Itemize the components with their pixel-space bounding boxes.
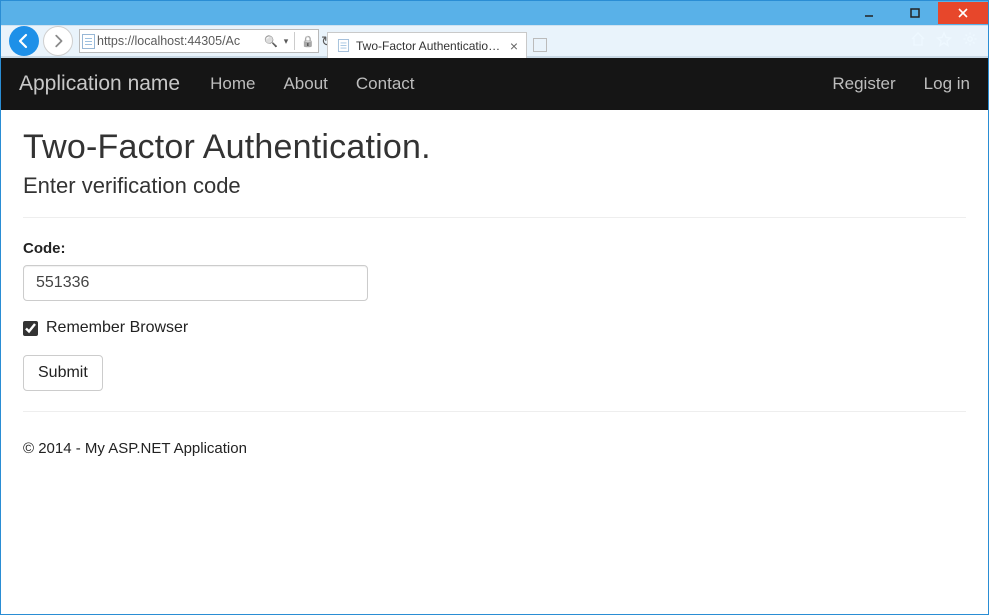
- toolbar-right-icons: [910, 31, 980, 52]
- nav-about[interactable]: About: [283, 74, 327, 94]
- browser-tab[interactable]: Two-Factor Authentication ... ×: [327, 32, 527, 58]
- lock-icon: 🔒: [301, 35, 315, 48]
- brand-link[interactable]: Application name: [19, 72, 180, 96]
- favorites-icon[interactable]: [936, 31, 952, 52]
- minimize-button[interactable]: [846, 2, 892, 24]
- tab-close-icon[interactable]: ×: [510, 39, 518, 53]
- nav-forward-button[interactable]: [43, 26, 73, 56]
- nav-home[interactable]: Home: [210, 74, 255, 94]
- tab-favicon-icon: [336, 39, 350, 53]
- page-title: Two-Factor Authentication.: [23, 128, 966, 167]
- maximize-button[interactable]: [892, 2, 938, 24]
- nav-login[interactable]: Log in: [924, 74, 970, 94]
- remember-row[interactable]: Remember Browser: [23, 319, 966, 337]
- home-icon[interactable]: [910, 31, 926, 52]
- main-container: Two-Factor Authentication. Enter verific…: [1, 110, 988, 440]
- separator: [294, 32, 295, 50]
- tabs-strip: Two-Factor Authentication ... ×: [327, 25, 547, 57]
- address-input[interactable]: [97, 30, 258, 52]
- code-input[interactable]: [23, 265, 368, 301]
- nav-contact[interactable]: Contact: [356, 74, 415, 94]
- page-viewport: Application name Home About Contact Regi…: [1, 57, 988, 614]
- code-label: Code:: [23, 240, 966, 257]
- separator: [23, 217, 966, 218]
- remember-checkbox[interactable]: [23, 321, 38, 336]
- page-footer: © 2014 - My ASP.NET Application: [1, 440, 988, 479]
- code-group: Code:: [23, 240, 966, 301]
- site-navbar: Application name Home About Contact Regi…: [1, 58, 988, 110]
- new-tab-button[interactable]: [533, 38, 547, 52]
- separator: [23, 411, 966, 412]
- nav-back-button[interactable]: [9, 26, 39, 56]
- address-favicon-icon: [82, 34, 95, 49]
- nav-register[interactable]: Register: [832, 74, 895, 94]
- tab-title: Two-Factor Authentication ...: [356, 39, 504, 53]
- nav-right: Register Log in: [832, 74, 970, 94]
- browser-window: 🔍 ▾ 🔒 ↻ Two-Factor Authentication ... ×: [0, 0, 989, 615]
- window-buttons: [846, 2, 988, 24]
- window-titlebar: [1, 1, 988, 25]
- page-subtitle: Enter verification code: [23, 173, 966, 199]
- close-button[interactable]: [938, 2, 988, 24]
- remember-label: Remember Browser: [46, 319, 188, 337]
- gear-icon[interactable]: [962, 31, 978, 52]
- dropdown-icon[interactable]: ▾: [284, 36, 289, 47]
- address-bar[interactable]: 🔍 ▾ 🔒 ↻: [79, 29, 319, 53]
- submit-button[interactable]: Submit: [23, 355, 103, 391]
- browser-toolbar: 🔍 ▾ 🔒 ↻ Two-Factor Authentication ... ×: [1, 25, 988, 57]
- footer-text: © 2014 - My ASP.NET Application: [23, 440, 247, 457]
- search-icon[interactable]: 🔍: [264, 35, 278, 48]
